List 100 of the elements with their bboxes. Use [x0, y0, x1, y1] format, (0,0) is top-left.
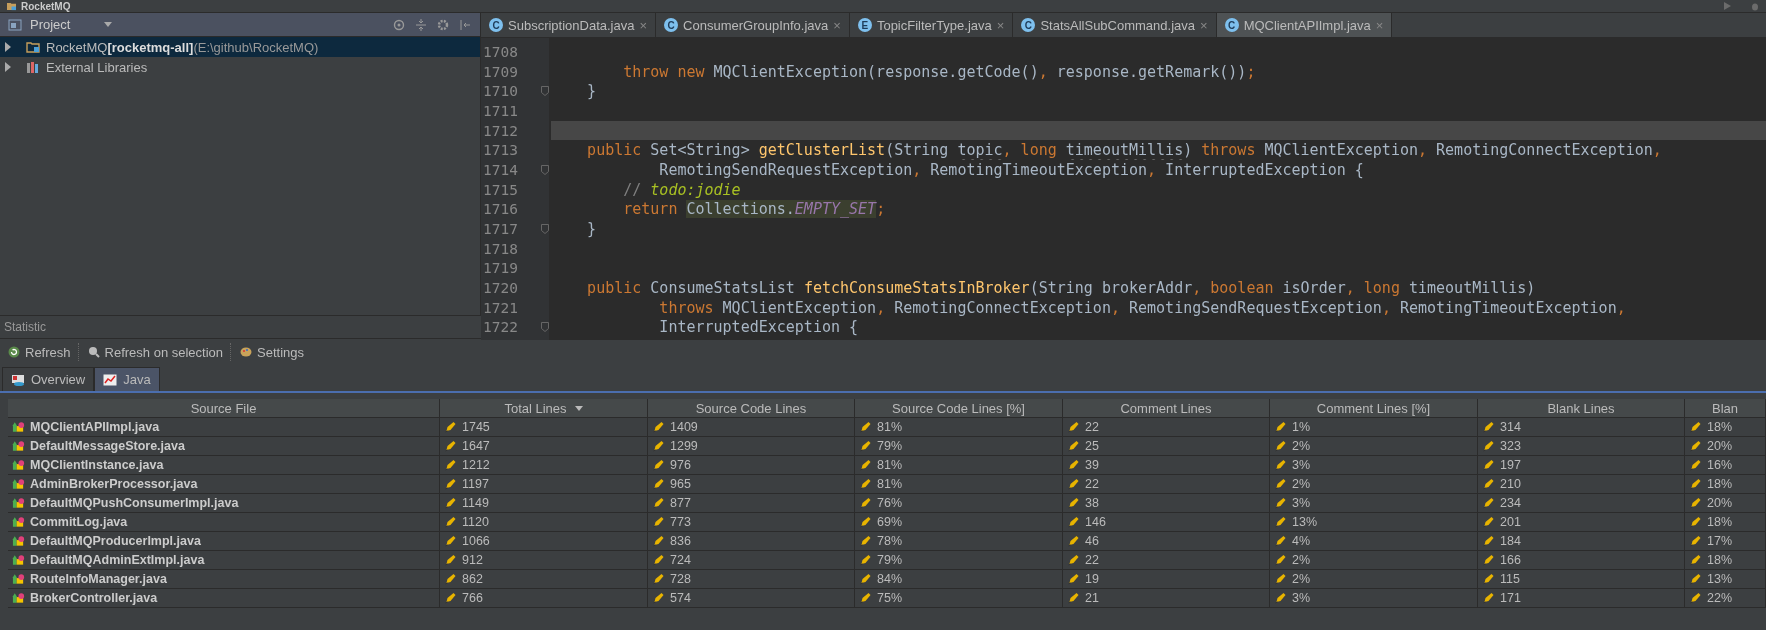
table-cell: 1212: [462, 458, 490, 472]
line-number: 1710: [482, 82, 519, 102]
collapse-icon[interactable]: [414, 18, 428, 31]
table-cell: 323: [1500, 439, 1521, 453]
column-header[interactable]: Comment Lines [%]: [1270, 399, 1478, 418]
toolbar-button[interactable]: Settings: [236, 342, 308, 362]
tree-label: RocketMQ[rocketmq-all](E:\github\RocketMQ): [46, 39, 319, 55]
pencil-icon: [1482, 459, 1495, 471]
table-cell: MQClientAPIImpl.java: [30, 420, 160, 434]
fold-icon[interactable]: [541, 224, 549, 235]
table-cell: 20%: [1707, 496, 1733, 510]
line-number: 1715: [482, 180, 519, 200]
pencil-icon: [1274, 592, 1287, 604]
table-cell: 1149: [462, 496, 489, 510]
close-icon[interactable]: ×: [996, 17, 1005, 33]
column-header[interactable]: Blank Lines: [1478, 399, 1685, 418]
table-cell: 773: [670, 515, 691, 529]
line-number: 1712: [482, 121, 519, 141]
folder-icon: [8, 18, 22, 31]
toolbar-button[interactable]: Refresh: [4, 342, 74, 362]
pencil-icon: [652, 421, 665, 433]
class-file-icon: [12, 592, 25, 604]
table-cell: 79%: [877, 553, 903, 567]
table-cell: BrokerController.java: [30, 591, 158, 605]
pencil-icon: [1274, 421, 1287, 433]
line-number: 1708: [482, 42, 519, 62]
run-icon[interactable]: [1722, 1, 1732, 11]
class-file-icon: [12, 478, 25, 490]
class-file-icon: [12, 516, 25, 528]
fold-icon[interactable]: [541, 322, 549, 333]
close-icon[interactable]: ×: [639, 17, 648, 33]
table-cell: 836: [670, 534, 691, 548]
class-icon: C: [1224, 18, 1239, 32]
pencil-icon: [1482, 478, 1495, 490]
table-cell: 18%: [1707, 477, 1733, 491]
table-cell: 1299: [670, 439, 698, 453]
table-cell: 728: [670, 572, 691, 586]
column-header[interactable]: Source Code Lines: [648, 399, 855, 418]
table-cell: 2%: [1292, 553, 1311, 567]
tree-item[interactable]: External Libraries: [0, 57, 480, 77]
tree-item[interactable]: RocketMQ[rocketmq-all](E:\github\RocketMQ): [0, 37, 480, 57]
pencil-icon: [1067, 421, 1080, 433]
editor-tab[interactable]: E TopicFilterType.java ×: [849, 13, 1014, 37]
column-header[interactable]: Total Lines: [440, 399, 648, 418]
fold-icon[interactable]: [541, 164, 549, 175]
fold-icon[interactable]: [541, 86, 549, 97]
pencil-icon: [1274, 497, 1287, 509]
pencil-icon: [1274, 573, 1287, 585]
close-icon[interactable]: ×: [1200, 17, 1208, 33]
table-cell: 1647: [462, 439, 490, 453]
editor-tab[interactable]: C ConsumerGroupInfo.java ×: [656, 13, 850, 37]
close-icon[interactable]: ×: [833, 17, 841, 33]
editor-tab[interactable]: C MQClientAPIImpl.java ×: [1216, 13, 1393, 37]
target-icon[interactable]: [392, 18, 406, 31]
table-cell: CommitLog.java: [30, 515, 128, 529]
table-cell: 22: [1085, 553, 1099, 567]
pencil-icon: [859, 497, 872, 509]
magnifier-icon: [86, 346, 101, 358]
table-cell: 76%: [877, 496, 903, 510]
sort-arrow-icon: [574, 405, 583, 411]
table-cell: 19: [1085, 572, 1099, 586]
class-file-icon: [12, 535, 25, 547]
line-number: 1713: [482, 141, 519, 161]
table-cell: 81%: [877, 458, 903, 472]
column-header[interactable]: Comment Lines: [1063, 399, 1270, 418]
column-header[interactable]: Source Code Lines [%]: [855, 399, 1063, 418]
hide-icon[interactable]: [458, 18, 472, 31]
toolbar-button[interactable]: Refresh on selection: [83, 342, 227, 362]
table-cell: 197: [1500, 458, 1521, 472]
table-cell: 877: [670, 496, 691, 510]
column-header[interactable]: Blan: [1685, 399, 1766, 418]
table-cell: 21: [1085, 591, 1099, 605]
table-cell: 69%: [877, 515, 903, 529]
pencil-icon: [444, 554, 457, 566]
chart-icon: [103, 373, 118, 386]
editor-tab[interactable]: C StatsAllSubCommand.java ×: [1013, 13, 1217, 37]
editor-tab[interactable]: C SubscriptionData.java ×: [481, 13, 657, 37]
pencil-icon: [1482, 440, 1495, 452]
tab[interactable]: Java: [94, 367, 160, 391]
class-icon: E: [857, 18, 872, 32]
table-cell: 146: [1085, 515, 1106, 529]
pencil-icon: [1482, 592, 1495, 604]
line-number: 1722: [482, 318, 519, 338]
pencil-icon: [652, 554, 665, 566]
class-file-icon: [12, 573, 25, 585]
table-cell: 201: [1500, 515, 1521, 529]
panel-title[interactable]: Project: [30, 17, 71, 32]
table-cell: 1066: [462, 534, 490, 548]
class-file-icon: [12, 421, 25, 433]
tab[interactable]: Overview: [2, 367, 95, 391]
column-header[interactable]: Source File: [8, 399, 440, 418]
pencil-icon: [1274, 478, 1287, 490]
pencil-icon: [444, 421, 457, 433]
pencil-icon: [1067, 440, 1080, 452]
pencil-icon: [859, 516, 872, 528]
class-file-icon: [12, 554, 25, 566]
settings-icon[interactable]: [436, 18, 450, 31]
table-cell: 766: [462, 591, 483, 605]
caret-icon[interactable]: [104, 22, 113, 27]
table-cell: 20%: [1707, 439, 1733, 453]
